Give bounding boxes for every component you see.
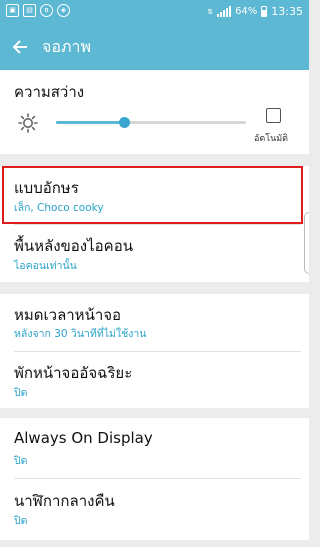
battery-icon <box>261 6 268 17</box>
clock: 13:35 <box>271 5 303 18</box>
back-arrow-icon[interactable] <box>0 24 40 70</box>
brightness-title: ความสว่าง <box>14 83 85 101</box>
night-clock-title: นาฬิกากลางคืน <box>14 492 115 510</box>
screen-timeout-item[interactable]: หมดเวลาหน้าจอ หลังจาก 30 วินาทีที่ไม่ใช้… <box>0 294 309 351</box>
auto-brightness-checkbox[interactable] <box>266 108 281 123</box>
night-clock-value: ปิด <box>14 515 28 527</box>
app-notification-icon: ◈ <box>57 4 70 17</box>
page-title: จอภาพ <box>42 36 92 56</box>
mobile-data-icon: ⇅ <box>207 7 214 16</box>
aod-card: Always On Display ปิด นาฬิกากลางคืน ปิด <box>0 418 309 540</box>
bluetooth-notification-icon: ʙ <box>40 4 53 17</box>
timeout-card: หมดเวลาหน้าจอ หลังจาก 30 วินาทีที่ไม่ใช้… <box>0 294 309 408</box>
gallery-notification-icon: ▣ <box>6 4 19 17</box>
highlight-frame <box>2 166 303 224</box>
image-notification-icon: ▤ <box>23 4 36 17</box>
screen-timeout-title: หมดเวลาหน้าจอ <box>14 306 122 324</box>
battery-percent: 64% <box>235 6 258 17</box>
daydream-item[interactable]: พักหน้าจออัจฉริยะ ปิด <box>0 352 309 408</box>
daydream-title: พักหน้าจออัจฉริยะ <box>14 364 133 382</box>
icon-background-title: พื้นหลังของไอคอน <box>14 237 133 255</box>
icon-background-value: ไอคอนเท่านั้น <box>14 260 77 272</box>
brightness-slider[interactable] <box>56 117 246 128</box>
always-on-display-value: ปิด <box>14 455 28 467</box>
night-clock-item[interactable]: นาฬิกากลางคืน ปิด <box>0 479 309 540</box>
signal-icon <box>217 6 232 17</box>
brightness-slider-fill <box>56 121 125 124</box>
screen-timeout-value: หลังจาก 30 วินาทีที่ไม่ใช้งาน <box>14 328 147 340</box>
brightness-sun-icon <box>18 113 38 133</box>
always-on-display-item[interactable]: Always On Display ปิด <box>0 418 309 478</box>
icon-background-item[interactable]: พื้นหลังของไอคอน ไอคอนเท่านั้น <box>0 225 309 282</box>
auto-brightness-label: อัตโนมัติ <box>254 134 289 144</box>
edge-panel-handle[interactable] <box>304 212 309 274</box>
daydream-value: ปิด <box>14 387 28 399</box>
status-bar: ▣ ▤ ʙ ◈ ⇅ 64% 13:35 <box>0 0 309 24</box>
always-on-display-title: Always On Display <box>14 429 153 447</box>
app-bar: จอภาพ <box>0 24 309 70</box>
